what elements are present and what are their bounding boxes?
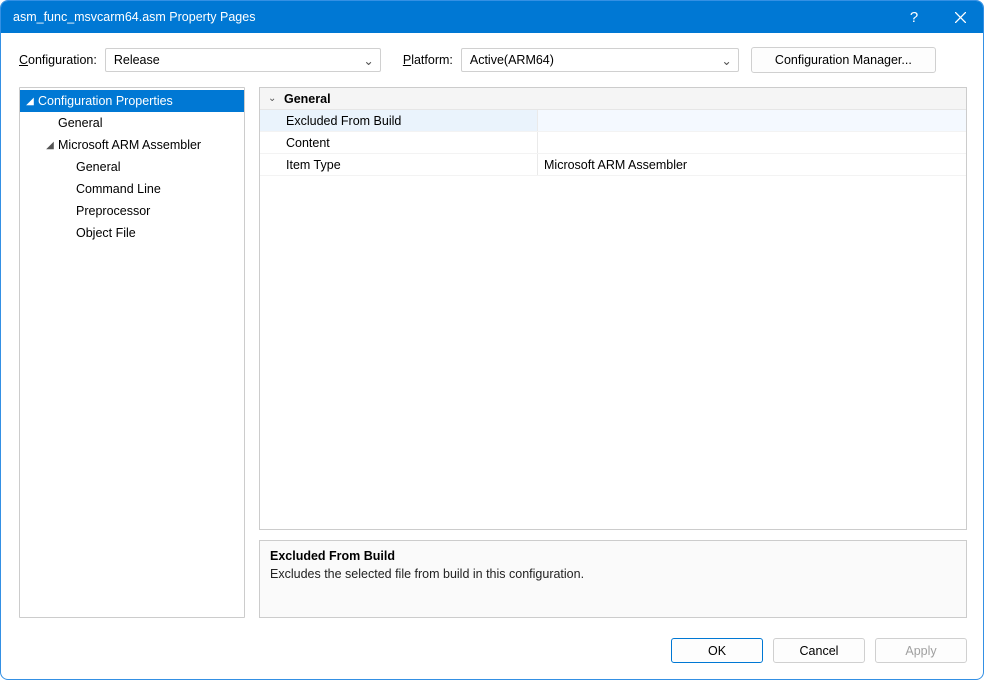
content-area: ◢ Configuration Properties General ◢ Mic… [1, 87, 983, 628]
chevron-down-icon: ⌄ [721, 53, 731, 68]
description-text: Excludes the selected file from build in… [270, 567, 956, 581]
grid-section-title: General [284, 92, 331, 106]
configuration-manager-button[interactable]: Configuration Manager... [751, 47, 936, 73]
apply-button[interactable]: Apply [875, 638, 967, 663]
titlebar: asm_func_msvcarm64.asm Property Pages ? [1, 1, 983, 33]
platform-label: Platform: [403, 53, 453, 67]
tree-item-asm-command-line[interactable]: Command Line [20, 178, 244, 200]
tree-item-label: Microsoft ARM Assembler [58, 138, 201, 152]
category-tree[interactable]: ◢ Configuration Properties General ◢ Mic… [19, 87, 245, 618]
tree-item-label: General [58, 116, 102, 130]
tree-item-label: Object File [76, 226, 136, 240]
description-panel: Excluded From Build Excludes the selecte… [259, 540, 967, 618]
expander-open-icon: ◢ [44, 140, 56, 151]
window-title: asm_func_msvcarm64.asm Property Pages [13, 10, 891, 24]
property-value[interactable] [538, 132, 966, 153]
grid-row-content[interactable]: Content [260, 132, 966, 154]
dialog-footer: OK Cancel Apply [1, 628, 983, 679]
chevron-down-icon: ⌄ [363, 53, 373, 68]
tree-item-label: General [76, 160, 120, 174]
configuration-value: Release [114, 53, 160, 67]
chevron-down-icon: ⌄ [268, 93, 278, 104]
property-name: Content [260, 132, 538, 153]
close-button[interactable] [937, 1, 983, 33]
close-icon [955, 12, 966, 23]
help-button[interactable]: ? [891, 1, 937, 33]
grid-section-header[interactable]: ⌄ General [260, 88, 966, 110]
grid-row-excluded-from-build[interactable]: Excluded From Build [260, 110, 966, 132]
description-title: Excluded From Build [270, 549, 956, 563]
tree-item-label: Preprocessor [76, 204, 150, 218]
right-pane: ⌄ General Excluded From Build Content It… [259, 87, 967, 618]
grid-row-item-type[interactable]: Item Type Microsoft ARM Assembler [260, 154, 966, 176]
tree-item-label: Configuration Properties [38, 94, 173, 108]
apply-label: Apply [905, 644, 936, 658]
platform-dropdown[interactable]: Active(ARM64) ⌄ [461, 48, 739, 72]
cancel-button[interactable]: Cancel [773, 638, 865, 663]
platform-value: Active(ARM64) [470, 53, 554, 67]
property-name: Excluded From Build [260, 110, 538, 131]
expander-open-icon: ◢ [24, 96, 36, 107]
configuration-dropdown[interactable]: Release ⌄ [105, 48, 381, 72]
tree-item-configuration-properties[interactable]: ◢ Configuration Properties [20, 90, 244, 112]
tree-item-asm-preprocessor[interactable]: Preprocessor [20, 200, 244, 222]
tree-item-general[interactable]: General [20, 112, 244, 134]
tree-item-asm-object-file[interactable]: Object File [20, 222, 244, 244]
configuration-label: Configuration: [19, 53, 97, 67]
ok-button[interactable]: OK [671, 638, 763, 663]
tree-item-asm-general[interactable]: General [20, 156, 244, 178]
property-value[interactable] [538, 110, 966, 131]
property-name: Item Type [260, 154, 538, 175]
property-grid: ⌄ General Excluded From Build Content It… [259, 87, 967, 530]
tree-item-label: Command Line [76, 182, 161, 196]
property-value[interactable]: Microsoft ARM Assembler [538, 154, 966, 175]
tree-item-arm-assembler[interactable]: ◢ Microsoft ARM Assembler [20, 134, 244, 156]
property-pages-dialog: asm_func_msvcarm64.asm Property Pages ? … [0, 0, 984, 680]
configuration-toolbar: Configuration: Release ⌄ Platform: Activ… [1, 33, 983, 87]
